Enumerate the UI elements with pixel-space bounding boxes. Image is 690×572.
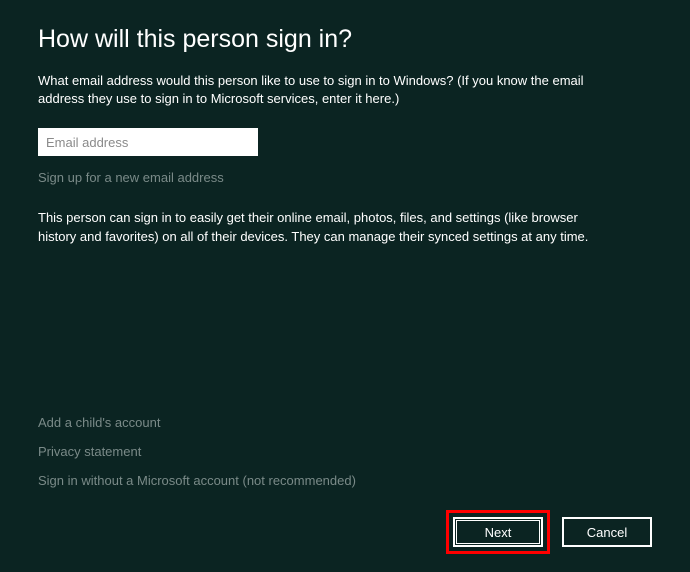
signup-email-link[interactable]: Sign up for a new email address <box>38 170 652 185</box>
button-row: Next Cancel <box>446 510 652 554</box>
page-title: How will this person sign in? <box>38 25 652 54</box>
cancel-button[interactable]: Cancel <box>562 517 652 547</box>
email-field[interactable] <box>38 128 258 156</box>
signin-prompt: What email address would this person lik… <box>38 72 598 108</box>
privacy-statement-link[interactable]: Privacy statement <box>38 444 356 459</box>
bottom-links-area: Add a child's account Privacy statement … <box>38 415 356 502</box>
next-button[interactable]: Next <box>453 517 543 547</box>
sign-in-without-ms-link[interactable]: Sign in without a Microsoft account (not… <box>38 473 356 488</box>
sync-info-text: This person can sign in to easily get th… <box>38 209 618 247</box>
next-button-highlight: Next <box>446 510 550 554</box>
add-child-account-link[interactable]: Add a child's account <box>38 415 356 430</box>
